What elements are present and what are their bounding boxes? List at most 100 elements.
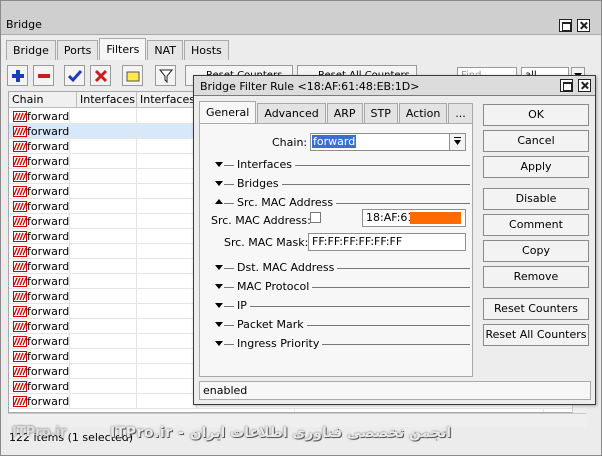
comment-button[interactable]: Comment (483, 214, 589, 236)
chain-field[interactable]: forward (310, 133, 452, 151)
enable-button[interactable] (64, 65, 85, 86)
in-interface-cell (77, 169, 137, 184)
section-ingress-priority[interactable]: Ingress Priority (212, 337, 470, 351)
expand-icon (215, 341, 223, 346)
watermark-text: ITPro.ir - انجمن تخصصی فناوری اطلاعات ای… (110, 425, 452, 441)
section-mac-protocol-label: MAC Protocol (237, 280, 313, 293)
section-packet-mark-label: Packet Mark (237, 318, 307, 331)
remove-button[interactable]: Remove (483, 266, 589, 288)
column-out-interface[interactable]: Interfaces... (137, 92, 197, 108)
dynamic-flag-icon (13, 231, 27, 242)
general-panel: Chain: forward Interfaces Bridges Src. M… (199, 123, 473, 377)
chain-cell: forward (27, 169, 71, 184)
dynamic-flag-icon (13, 171, 27, 182)
chain-cell: forward (27, 229, 71, 244)
add-button[interactable] (7, 65, 28, 86)
dialog-title: Bridge Filter Rule <18:AF:61:48:EB:1D> (200, 80, 420, 93)
out-interface-cell (137, 259, 197, 274)
dynamic-flag-icon (13, 306, 27, 317)
dynamic-flag-icon (13, 201, 27, 212)
section-src-mac[interactable]: Src. MAC Address (212, 196, 470, 210)
dynamic-flag-icon (13, 381, 27, 392)
tab-general[interactable]: General (199, 101, 257, 123)
reset-all-counters-button[interactable]: Reset All Counters (483, 324, 589, 346)
out-interface-cell (137, 124, 197, 139)
out-interface-cell (137, 319, 197, 334)
tab-advanced[interactable]: Advanced (257, 103, 326, 123)
in-interface-cell (77, 364, 137, 379)
tab-filters[interactable]: Filters (99, 38, 147, 60)
src-mac-value: 18:AF:61 (366, 211, 415, 224)
section-ip[interactable]: IP (212, 299, 470, 313)
tab-ports[interactable]: Ports (56, 40, 99, 60)
window-title: Bridge (6, 18, 42, 31)
in-interface-cell (77, 349, 137, 364)
dynamic-flag-icon (13, 111, 27, 122)
dialog-maximize-icon[interactable] (560, 79, 573, 92)
chain-cell: forward (27, 109, 71, 124)
close-icon[interactable] (577, 19, 590, 32)
tab-stp[interactable]: STP (363, 103, 398, 123)
filter-button[interactable] (155, 65, 176, 86)
tab-bridge[interactable]: Bridge (6, 40, 56, 60)
maximize-icon[interactable] (559, 19, 572, 32)
tab-hosts[interactable]: Hosts (184, 40, 229, 60)
src-mac-mask-field[interactable]: FF:FF:FF:FF:FF:FF (308, 233, 466, 251)
disable-button[interactable] (90, 65, 111, 86)
ok-button[interactable]: OK (483, 104, 589, 126)
dynamic-flag-icon (13, 156, 27, 167)
section-interfaces[interactable]: Interfaces (212, 158, 470, 172)
dynamic-flag-icon (13, 126, 27, 137)
disable-button[interactable]: Disable (483, 188, 589, 210)
in-interface-cell (77, 214, 137, 229)
chain-cell: forward (27, 244, 71, 259)
column-chain[interactable]: Chain (9, 92, 77, 108)
in-interface-cell (77, 379, 137, 394)
cross-icon (94, 69, 108, 83)
chain-cell: forward (27, 304, 71, 319)
chain-cell: forward (27, 124, 71, 139)
tab-more[interactable]: ... (448, 103, 473, 123)
remove-button[interactable] (33, 65, 54, 86)
chain-cell: forward (27, 394, 71, 409)
src-mac-field[interactable]: 18:AF:61 (362, 209, 466, 227)
column-in-interface[interactable]: Interfaces... (77, 92, 137, 108)
comment-button[interactable] (122, 65, 143, 86)
in-interface-cell (77, 154, 137, 169)
reset-counters-button[interactable]: Reset Counters (483, 298, 589, 320)
chain-cell: forward (27, 139, 71, 154)
chain-value: forward (312, 135, 357, 148)
dynamic-flag-icon (13, 321, 27, 332)
chain-cell: forward (27, 349, 71, 364)
copy-button[interactable]: Copy (483, 240, 589, 262)
chain-cell: forward (27, 154, 71, 169)
expand-icon (215, 162, 223, 167)
dialog-close-icon[interactable] (578, 79, 591, 92)
dynamic-flag-icon (13, 366, 27, 377)
dialog-status: enabled (199, 381, 591, 400)
out-interface-cell (137, 139, 197, 154)
out-interface-cell (137, 394, 197, 409)
chain-cell: forward (27, 334, 71, 349)
section-packet-mark[interactable]: Packet Mark (212, 318, 470, 332)
cancel-button[interactable]: Cancel (483, 130, 589, 152)
tab-nat[interactable]: NAT (147, 40, 184, 60)
tab-arp[interactable]: ARP (326, 103, 363, 123)
out-interface-cell (137, 349, 197, 364)
tab-action[interactable]: Action (398, 103, 448, 123)
expand-icon (215, 303, 223, 308)
in-interface-cell (77, 244, 137, 259)
section-bridges[interactable]: Bridges (212, 177, 470, 191)
chain-dropdown-arrow[interactable] (449, 133, 466, 151)
chain-cell: forward (27, 274, 71, 289)
apply-button[interactable]: Apply (483, 156, 589, 178)
out-interface-cell (137, 289, 197, 304)
chain-cell: forward (27, 214, 71, 229)
chain-cell: forward (27, 289, 71, 304)
src-mac-negate-checkbox[interactable] (310, 212, 321, 223)
section-dst-mac[interactable]: Dst. MAC Address (212, 261, 470, 275)
plus-icon (12, 70, 24, 82)
in-interface-cell (77, 124, 137, 139)
section-mac-protocol[interactable]: MAC Protocol (212, 280, 470, 294)
out-interface-cell (137, 199, 197, 214)
